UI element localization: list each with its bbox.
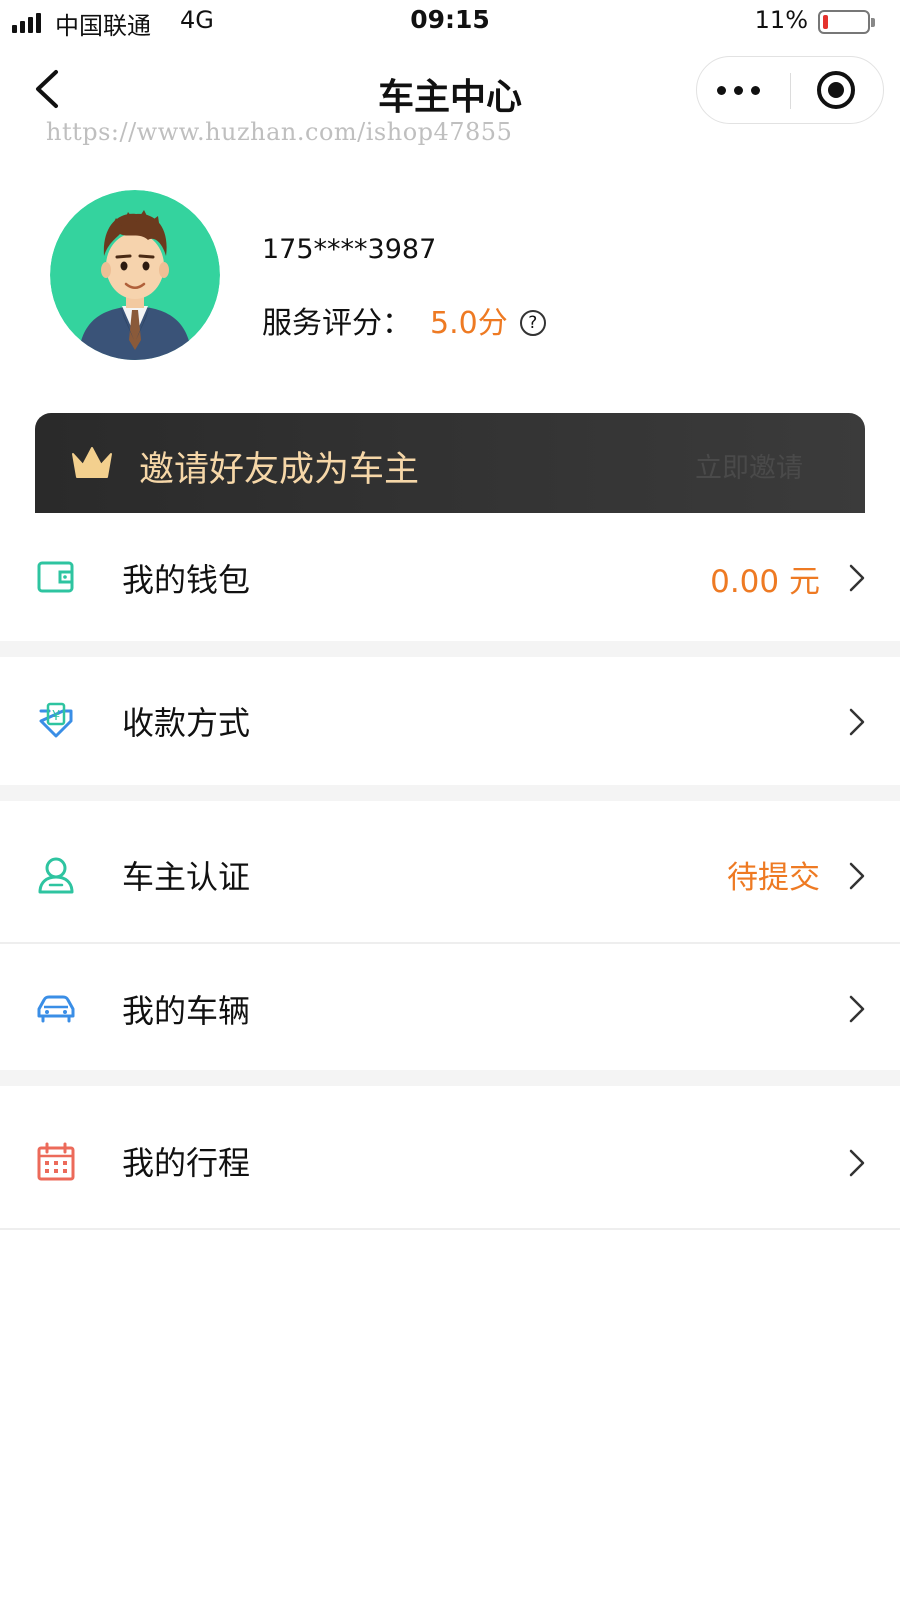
svg-text:¥: ¥ [52,709,60,724]
certification-status: 待提交 [727,860,820,896]
menu-label-trips: 我的行程 [122,1144,251,1182]
menu-item-certification[interactable]: 车主认证 待提交 [0,801,900,942]
invite-banner[interactable]: 邀请好友成为车主 立即邀请 [35,413,865,513]
battery-icon [818,10,875,34]
mini-program-capsule [696,56,884,124]
divider [0,1228,900,1230]
calendar-icon [37,1142,75,1181]
more-dot-icon [734,86,743,95]
section-gap [0,641,900,657]
menu-item-vehicle[interactable]: 我的车辆 [0,944,900,1070]
menu-label-certification: 车主认证 [122,858,251,896]
chevron-right-icon [849,708,865,736]
status-bar: 中国联通 4G 09:15 11% [0,0,900,44]
battery-percent: 11% [754,6,808,34]
yuan-receive-icon: ¥ [39,702,73,738]
invite-text: 邀请好友成为车主 [139,450,420,490]
driver-avatar-icon [50,190,220,360]
rating-label: 服务评分： [262,306,412,341]
menu-label-wallet: 我的钱包 [122,561,251,599]
battery-level [823,15,828,29]
phone-number: 175****3987 [262,234,437,265]
more-button[interactable] [697,57,791,123]
menu-item-wallet[interactable]: 我的钱包 0.00 元 [0,513,900,641]
menu-label-payment-method: 收款方式 [122,704,251,742]
more-dot-icon [717,86,726,95]
menu-item-payment-method[interactable]: ¥ 收款方式 [0,657,900,785]
more-dot-icon [751,86,760,95]
menu-item-trips[interactable]: 我的行程 [0,1086,900,1228]
chevron-right-icon [849,862,865,890]
wallet-icon [37,561,74,593]
close-button[interactable] [791,57,885,123]
avatar[interactable] [50,190,220,360]
section-gap [0,785,900,801]
wallet-balance: 0.00 元 [710,564,820,600]
car-icon [37,995,75,1023]
menu-label-vehicle: 我的车辆 [122,992,251,1030]
target-icon [817,71,855,109]
help-icon[interactable]: ? [519,310,546,336]
invite-now-button[interactable]: 立即邀请 [695,446,803,485]
chevron-right-icon [849,1149,865,1177]
crown-icon [72,447,112,478]
user-icon [38,857,74,894]
chevron-right-icon [849,564,865,592]
service-rating: 服务评分： 5.0分 ? [262,298,546,342]
watermark-url: https://www.huzhan.com/ishop47855 [46,118,513,146]
chevron-right-icon [849,995,865,1023]
section-gap [0,1070,900,1086]
rating-value: 5.0分 [430,306,508,341]
